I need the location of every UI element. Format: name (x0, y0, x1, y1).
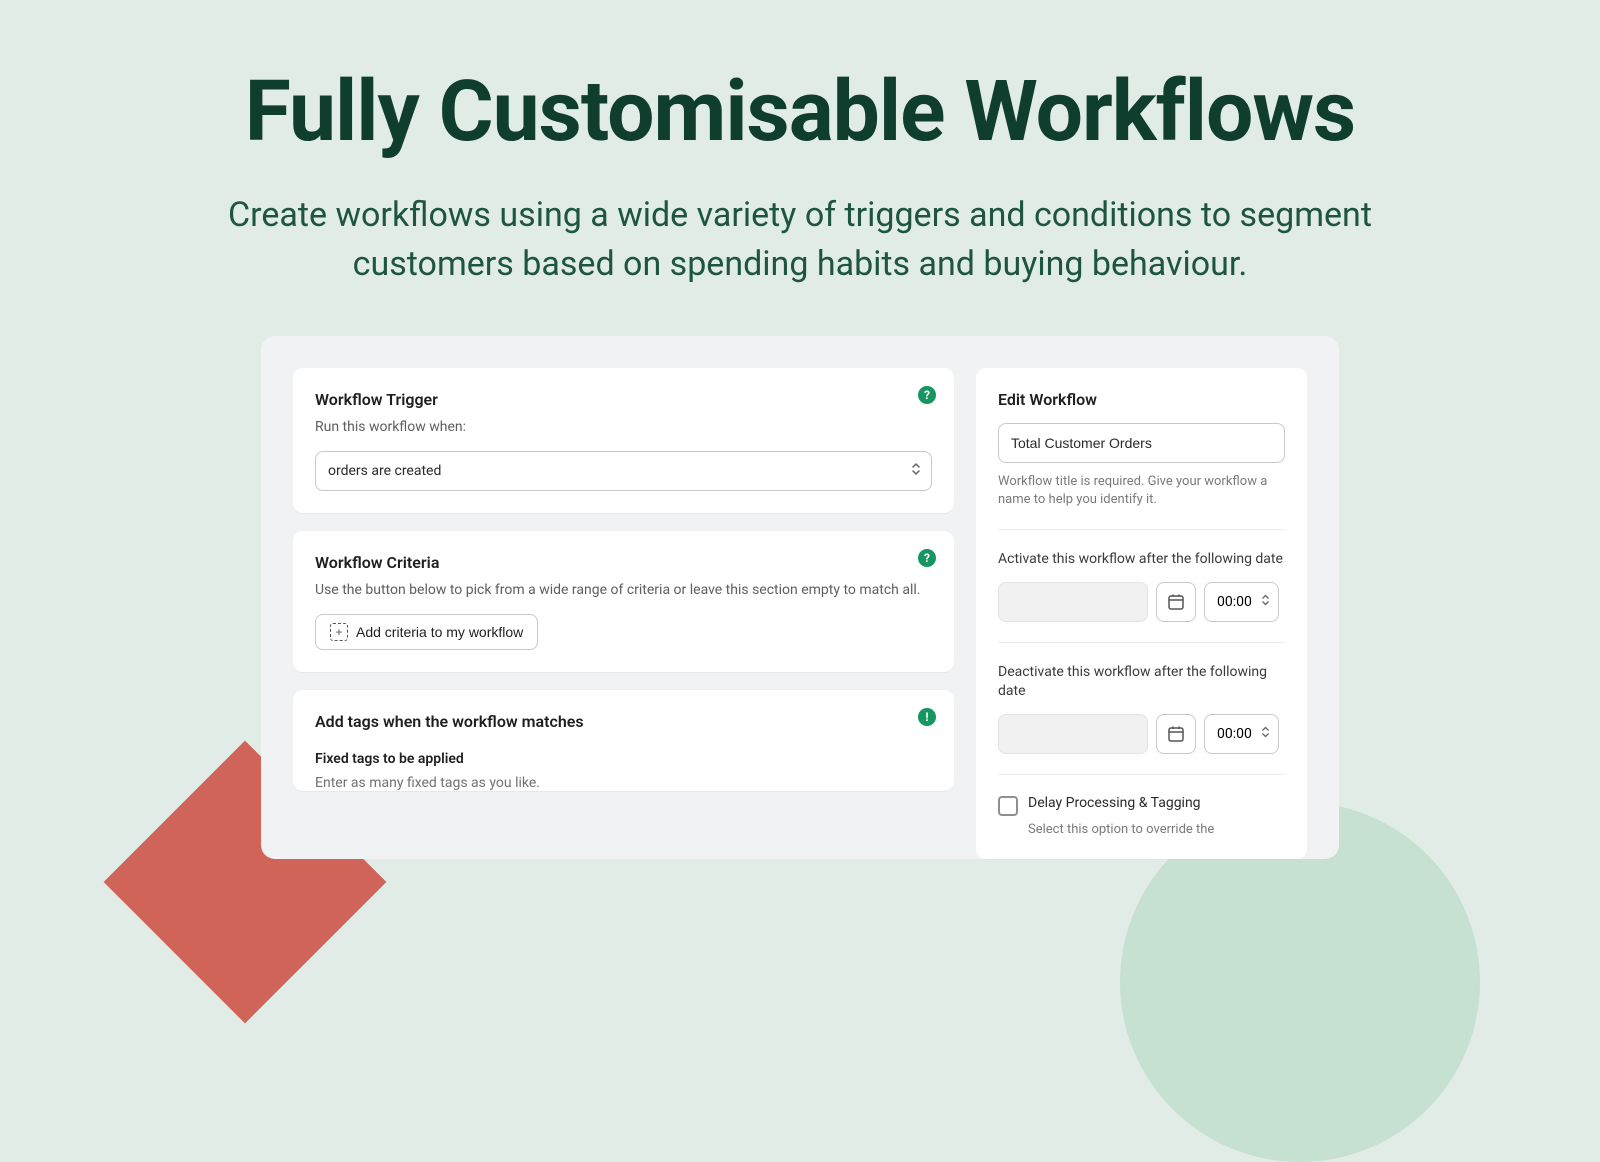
delay-label: Delay Processing & Tagging (1028, 795, 1201, 811)
activate-date-input[interactable] (998, 582, 1148, 622)
deactivate-time-select[interactable]: 00:00 (1204, 714, 1279, 754)
deactivate-date-input[interactable] (998, 714, 1148, 754)
calendar-button[interactable] (1156, 582, 1196, 622)
fixed-tags-help: Enter as many fixed tags as you like. (315, 775, 932, 791)
divider (998, 642, 1285, 643)
activate-date-row: 00:00 (998, 582, 1285, 622)
activate-label: Activate this workflow after the followi… (998, 550, 1285, 570)
left-column: ? Workflow Trigger Run this workflow whe… (293, 368, 954, 859)
chevron-updown-icon (911, 462, 921, 480)
add-icon: + (330, 623, 348, 641)
workflow-name-input[interactable] (998, 423, 1285, 463)
add-criteria-button[interactable]: + Add criteria to my workflow (315, 614, 538, 650)
field-label: Run this workflow when: (315, 417, 932, 437)
divider (998, 529, 1285, 530)
alert-icon[interactable]: ! (918, 708, 936, 726)
select-value: 00:00 (1217, 726, 1252, 742)
fixed-tags-heading: Fixed tags to be applied (315, 751, 932, 767)
input-helper: Workflow title is required. Give your wo… (998, 473, 1285, 509)
panel-heading: Workflow Trigger (315, 390, 932, 409)
page-title: Fully Customisable Workflows (0, 62, 1600, 161)
delay-checkbox-row: Delay Processing & Tagging (998, 795, 1285, 816)
app-card: ? Workflow Trigger Run this workflow whe… (261, 336, 1339, 859)
delay-help: Select this option to override the (1028, 822, 1285, 837)
deactivate-label: Deactivate this workflow after the follo… (998, 663, 1285, 702)
panel-description: Use the button below to pick from a wide… (315, 580, 932, 600)
calendar-icon (1167, 725, 1185, 743)
panel-heading: Edit Workflow (998, 390, 1285, 409)
divider (998, 774, 1285, 775)
panel-heading: Workflow Criteria (315, 553, 932, 572)
workflow-criteria-panel: ? Workflow Criteria Use the button below… (293, 531, 954, 672)
calendar-button[interactable] (1156, 714, 1196, 754)
workflow-trigger-panel: ? Workflow Trigger Run this workflow whe… (293, 368, 954, 513)
delay-checkbox[interactable] (998, 796, 1018, 816)
select-value: 00:00 (1217, 594, 1252, 610)
deactivate-date-row: 00:00 (998, 714, 1285, 754)
button-label: Add criteria to my workflow (356, 624, 523, 640)
help-icon[interactable]: ? (918, 549, 936, 567)
tags-panel: ! Add tags when the workflow matches Fix… (293, 690, 954, 791)
calendar-icon (1167, 593, 1185, 611)
chevron-updown-icon (1261, 593, 1270, 610)
chevron-updown-icon (1261, 725, 1270, 742)
activate-time-select[interactable]: 00:00 (1204, 582, 1279, 622)
right-column: Edit Workflow Workflow title is required… (976, 368, 1307, 859)
trigger-select[interactable]: orders are created (315, 451, 932, 491)
page-subtitle: Create workflows using a wide variety of… (160, 191, 1440, 290)
panel-heading: Add tags when the workflow matches (315, 712, 932, 731)
help-icon[interactable]: ? (918, 386, 936, 404)
select-value: orders are created (328, 463, 441, 479)
edit-workflow-panel: Edit Workflow Workflow title is required… (976, 368, 1307, 859)
